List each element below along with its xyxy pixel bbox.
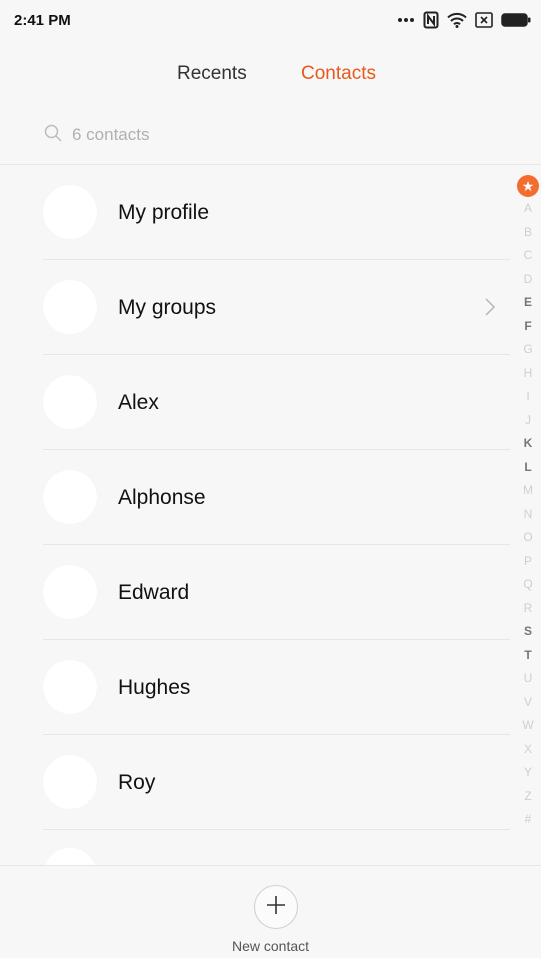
- nfc-icon: [423, 11, 439, 29]
- contact-row-hughes[interactable]: Hughes: [0, 640, 510, 735]
- new-contact-label: New contact: [231, 938, 310, 954]
- index-letter-q[interactable]: Q: [517, 573, 539, 597]
- tab-contacts[interactable]: Contacts: [301, 60, 376, 88]
- index-letter-n[interactable]: N: [517, 503, 539, 527]
- index-letter-f[interactable]: F: [517, 315, 539, 339]
- index-letter-u[interactable]: U: [517, 667, 539, 691]
- status-time: 2:41 PM: [14, 11, 71, 29]
- index-letter-r[interactable]: R: [517, 597, 539, 621]
- status-icons: [397, 11, 531, 29]
- battery-icon: [501, 13, 531, 27]
- index-letter-y[interactable]: Y: [517, 761, 539, 785]
- plus-icon: [265, 894, 287, 921]
- index-letter-t[interactable]: T: [517, 644, 539, 668]
- contact-row-alphonse[interactable]: Alphonse: [0, 450, 510, 545]
- new-contact-button[interactable]: [254, 885, 298, 929]
- status-bar: 2:41 PM: [0, 0, 541, 40]
- index-letter-l[interactable]: L: [517, 456, 539, 480]
- bottom-bar: New contact: [0, 865, 541, 958]
- index-letter-m[interactable]: M: [517, 479, 539, 503]
- index-letter-g[interactable]: G: [517, 338, 539, 362]
- contact-name: Edward: [118, 581, 190, 604]
- wifi-icon: [447, 12, 467, 28]
- contact-row-my-groups[interactable]: My groups: [0, 260, 510, 355]
- avatar: [43, 470, 97, 524]
- index-letter-h[interactable]: H: [517, 362, 539, 386]
- index-letter-z[interactable]: Z: [517, 785, 539, 809]
- avatar: [43, 375, 97, 429]
- index-letter-k[interactable]: K: [517, 432, 539, 456]
- index-letter-b[interactable]: B: [517, 221, 539, 245]
- index-letter-d[interactable]: D: [517, 268, 539, 292]
- index-letter-v[interactable]: V: [517, 691, 539, 715]
- contact-name: Hughes: [118, 676, 191, 699]
- more-dots-icon: [397, 17, 415, 23]
- search-input[interactable]: [72, 125, 372, 145]
- index-letter-j[interactable]: J: [517, 409, 539, 433]
- index-letter-hash[interactable]: #: [517, 808, 539, 832]
- avatar: [43, 185, 97, 239]
- contact-name: My groups: [118, 296, 217, 319]
- index-letter-e[interactable]: E: [517, 291, 539, 315]
- avatar: [43, 565, 97, 619]
- index-letter-s[interactable]: S: [517, 620, 539, 644]
- tab-bar: Recents Contacts: [0, 60, 541, 88]
- index-letter-w[interactable]: W: [517, 714, 539, 738]
- chevron-right-icon: [484, 297, 496, 322]
- sim-icon: [475, 12, 493, 28]
- contact-list: My profile My groups Alex Alphonse Edwar…: [0, 165, 510, 830]
- index-letter-i[interactable]: I: [517, 385, 539, 409]
- contact-name: My profile: [118, 201, 210, 224]
- search-bar[interactable]: [44, 118, 372, 152]
- alphabet-index[interactable]: ★ A B C D E F G H I J K L M N O P Q R S …: [517, 175, 541, 832]
- index-letter-x[interactable]: X: [517, 738, 539, 762]
- avatar: [43, 280, 97, 334]
- index-letter-p[interactable]: P: [517, 550, 539, 574]
- avatar: [43, 660, 97, 714]
- contact-row-edward[interactable]: Edward: [0, 545, 510, 640]
- tab-recents[interactable]: Recents: [177, 60, 247, 88]
- contact-name: Alex: [118, 391, 159, 414]
- avatar: [43, 848, 97, 866]
- index-letter-o[interactable]: O: [517, 526, 539, 550]
- row-divider: [43, 829, 510, 830]
- index-letter-a[interactable]: A: [517, 197, 539, 221]
- search-icon: [44, 124, 62, 147]
- contact-name: Alphonse: [118, 486, 206, 509]
- contact-row-alex[interactable]: Alex: [0, 355, 510, 450]
- contact-row-roy[interactable]: Roy: [0, 735, 510, 830]
- contact-name: Roy: [118, 771, 156, 794]
- star-icon[interactable]: ★: [517, 175, 539, 197]
- contact-row-my-profile[interactable]: My profile: [0, 165, 510, 260]
- index-letter-c[interactable]: C: [517, 244, 539, 268]
- avatar: [43, 755, 97, 809]
